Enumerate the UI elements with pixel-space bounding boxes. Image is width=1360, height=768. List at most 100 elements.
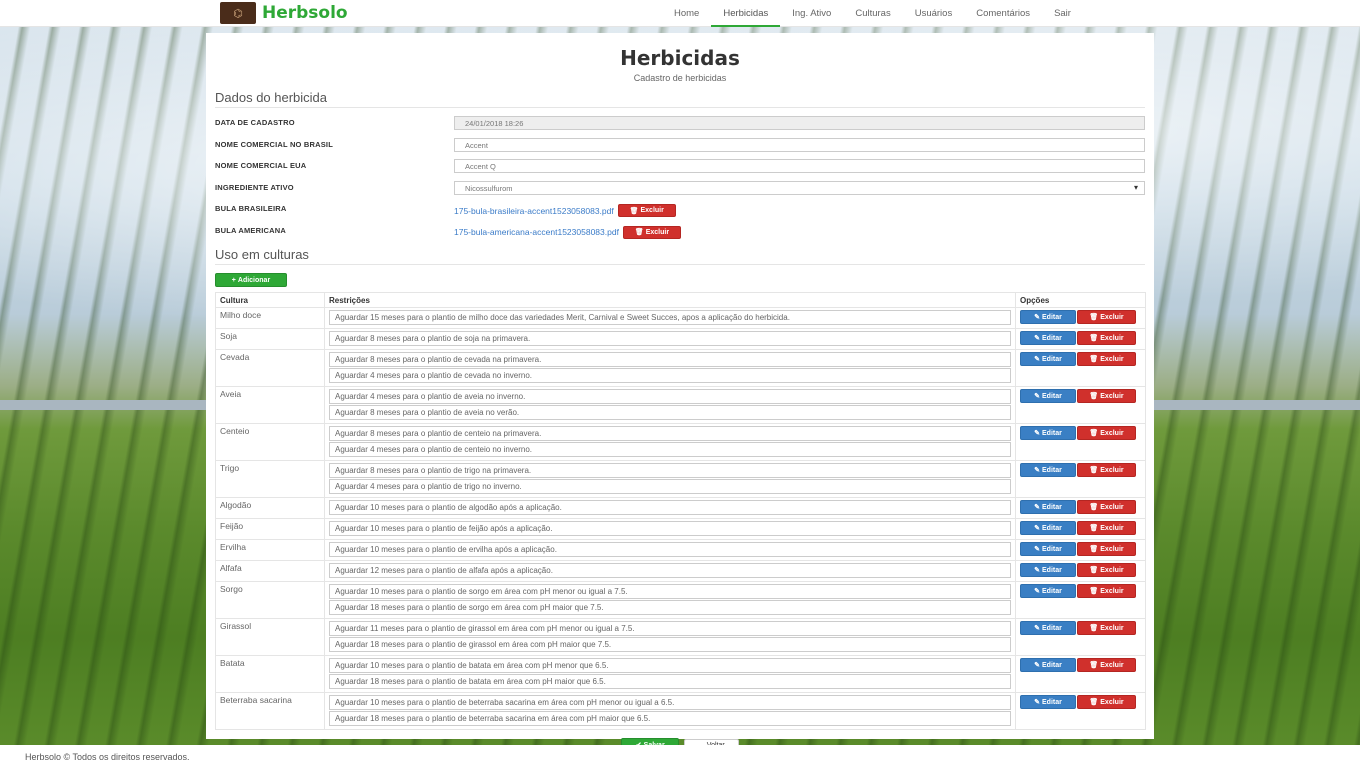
add-culture-button[interactable]: + Adicionar xyxy=(215,273,287,287)
pencil-icon: ✎ xyxy=(1034,625,1041,632)
delete-button[interactable]: 🗑 Excluir xyxy=(1077,563,1136,577)
delete-button[interactable]: 🗑 Excluir xyxy=(1077,310,1136,324)
delete-button[interactable]: 🗑 Excluir xyxy=(1077,695,1136,709)
form-row-nome-brasil: NOME COMERCIAL NO BRASIL Accent xyxy=(215,136,1145,158)
edit-button[interactable]: ✎ Editar xyxy=(1020,389,1076,403)
options-cell: ✎ Editar 🗑 Excluir xyxy=(1015,581,1146,619)
options-cell: ✎ Editar 🗑 Excluir xyxy=(1015,386,1146,424)
pencil-icon: ✎ xyxy=(1034,699,1041,706)
footer-copyright: Herbsolo © Todos os direitos reservados. xyxy=(25,752,190,762)
edit-button[interactable]: ✎ Editar xyxy=(1020,563,1076,577)
edit-button[interactable]: ✎ Editar xyxy=(1020,463,1076,477)
options-cell: ✎ Editar 🗑 Excluir xyxy=(1015,518,1146,540)
nome-brasil-input[interactable]: Accent xyxy=(454,137,1145,152)
delete-button[interactable]: 🗑 Excluir xyxy=(1077,658,1136,672)
edit-button[interactable]: ✎ Editar xyxy=(1020,331,1076,345)
restriction-field: Aguardar 15 meses para o plantio de milh… xyxy=(329,310,1011,325)
edit-button[interactable]: ✎ Editar xyxy=(1020,521,1076,535)
table-row: Sorgo Aguardar 10 meses para o plantio de… xyxy=(215,581,1146,619)
restrictions-cell: Aguardar 8 meses para o plantio de soja … xyxy=(324,328,1016,350)
delete-bula-americana-button[interactable]: 🗑 Excluir xyxy=(622,225,681,239)
form-row-bula-americana: BULA AMERICANA 175-bula-americana-accent… xyxy=(215,222,1145,244)
nav-item-usuarios[interactable]: Usuários xyxy=(903,0,965,27)
edit-button[interactable]: ✎ Editar xyxy=(1020,658,1076,672)
restrictions-cell: Aguardar 15 meses para o plantio de milh… xyxy=(324,307,1016,329)
edit-button[interactable]: ✎ Editar xyxy=(1020,584,1076,598)
navbar: ⌬ Herbsolo Home Herbicidas Ing. Ativo Cu… xyxy=(0,0,1360,27)
delete-button[interactable]: 🗑 Excluir xyxy=(1077,331,1136,345)
edit-button[interactable]: ✎ Editar xyxy=(1020,695,1076,709)
uses-table-body: Milho doce Aguardar 15 meses para o plant… xyxy=(215,307,1146,730)
edit-button[interactable]: ✎ Editar xyxy=(1020,542,1076,556)
restrictions-cell: Aguardar 10 meses para o plantio de bata… xyxy=(324,655,1016,693)
restriction-field: Aguardar 10 meses para o plantio de sorg… xyxy=(329,584,1011,599)
edit-label: Editar xyxy=(1042,503,1062,511)
pencil-icon: ✎ xyxy=(1034,467,1041,474)
restriction-field: Aguardar 18 meses para o plantio de bata… xyxy=(329,674,1011,689)
edit-label: Editar xyxy=(1042,545,1062,553)
brand[interactable]: ⌬ Herbsolo xyxy=(220,2,348,24)
delete-button[interactable]: 🗑 Excluir xyxy=(1077,584,1136,598)
edit-label: Editar xyxy=(1042,524,1062,532)
delete-button[interactable]: 🗑 Excluir xyxy=(1077,521,1136,535)
edit-label: Editar xyxy=(1042,355,1062,363)
table-row: Girassol Aguardar 11 meses para o plantio… xyxy=(215,618,1146,656)
delete-bula-brasileira-button[interactable]: 🗑 Excluir xyxy=(617,204,676,217)
delete-button[interactable]: 🗑 Excluir xyxy=(1077,426,1136,440)
form-row-nome-eua: NOME COMERCIAL EUA Accent Q xyxy=(215,157,1145,179)
restriction-field: Aguardar 4 meses para o plantio de cente… xyxy=(329,442,1011,457)
nome-eua-input[interactable]: Accent Q xyxy=(454,159,1145,173)
nav-item-culturas[interactable]: Culturas xyxy=(843,0,902,27)
delete-label: Excluir xyxy=(640,207,664,214)
table-header-row: Cultura Restrições Opções xyxy=(215,292,1146,308)
nav-item-home[interactable]: Home xyxy=(662,0,711,27)
edit-button[interactable]: ✎ Editar xyxy=(1020,352,1076,366)
delete-label: Excluir xyxy=(1100,698,1124,706)
label-nome-eua: NOME COMERCIAL EUA xyxy=(215,161,307,170)
pencil-icon: ✎ xyxy=(1034,662,1041,669)
edit-button[interactable]: ✎ Editar xyxy=(1020,621,1076,635)
restriction-field: Aguardar 18 meses para o plantio de gira… xyxy=(329,637,1011,652)
table-row: Feijão Aguardar 10 meses para o plantio d… xyxy=(215,518,1146,540)
restrictions-cell: Aguardar 10 meses para o plantio de algo… xyxy=(324,497,1016,519)
delete-button[interactable]: 🗑 Excluir xyxy=(1077,500,1136,514)
edit-button[interactable]: ✎ Editar xyxy=(1020,500,1076,514)
form-row-data-cadastro: DATA DE CADASTRO 24/01/2018 18:26 xyxy=(215,114,1145,136)
pencil-icon: ✎ xyxy=(1034,567,1041,574)
add-label: Adicionar xyxy=(237,276,271,284)
table-row: Cevada Aguardar 8 meses para o plantio de… xyxy=(215,349,1146,387)
table-row: Trigo Aguardar 8 meses para o plantio de … xyxy=(215,460,1146,498)
restriction-field: Aguardar 10 meses para o plantio de feij… xyxy=(329,521,1011,536)
delete-button[interactable]: 🗑 Excluir xyxy=(1077,463,1136,477)
restriction-field: Aguardar 10 meses para o plantio de ervi… xyxy=(329,542,1011,557)
culture-cell: Feijão xyxy=(215,518,325,540)
restriction-field: Aguardar 11 meses para o plantio de gira… xyxy=(329,621,1011,636)
edit-button[interactable]: ✎ Editar xyxy=(1020,310,1076,324)
delete-button[interactable]: 🗑 Excluir xyxy=(1077,352,1136,366)
options-cell: ✎ Editar 🗑 Excluir xyxy=(1015,655,1146,693)
pencil-icon: ✎ xyxy=(1034,588,1041,595)
bula-americana-link[interactable]: 175-bula-americana-accent1523058083.pdf xyxy=(454,227,619,237)
nav-item-herbicidas[interactable]: Herbicidas xyxy=(711,0,781,27)
options-cell: ✎ Editar 🗑 Excluir xyxy=(1015,692,1146,730)
bula-brasileira-link[interactable]: 175-bula-brasileira-accent1523058083.pdf xyxy=(454,206,614,216)
options-cell: ✎ Editar 🗑 Excluir xyxy=(1015,539,1146,561)
culture-cell: Sorgo xyxy=(215,581,325,619)
ingrediente-select[interactable]: Nicossulfurom xyxy=(454,180,1145,195)
culture-cell: Ervilha xyxy=(215,539,325,561)
culture-cell: Girassol xyxy=(215,618,325,656)
restriction-field: Aguardar 8 meses para o plantio de aveia… xyxy=(329,405,1011,420)
pencil-icon: ✎ xyxy=(1034,504,1041,511)
delete-button[interactable]: 🗑 Excluir xyxy=(1077,389,1136,403)
edit-label: Editar xyxy=(1042,661,1062,669)
nav-item-comentarios[interactable]: Comentários xyxy=(964,0,1042,27)
edit-label: Editar xyxy=(1042,466,1062,474)
options-cell: ✎ Editar 🗑 Excluir xyxy=(1015,560,1146,582)
delete-label: Excluir xyxy=(1100,624,1124,632)
delete-button[interactable]: 🗑 Excluir xyxy=(1077,621,1136,635)
nav-item-sair[interactable]: Sair xyxy=(1042,0,1083,27)
nav-item-ing-ativo[interactable]: Ing. Ativo xyxy=(780,0,843,27)
edit-button[interactable]: ✎ Editar xyxy=(1020,426,1076,440)
delete-button[interactable]: 🗑 Excluir xyxy=(1077,542,1136,556)
options-cell: ✎ Editar 🗑 Excluir xyxy=(1015,423,1146,461)
